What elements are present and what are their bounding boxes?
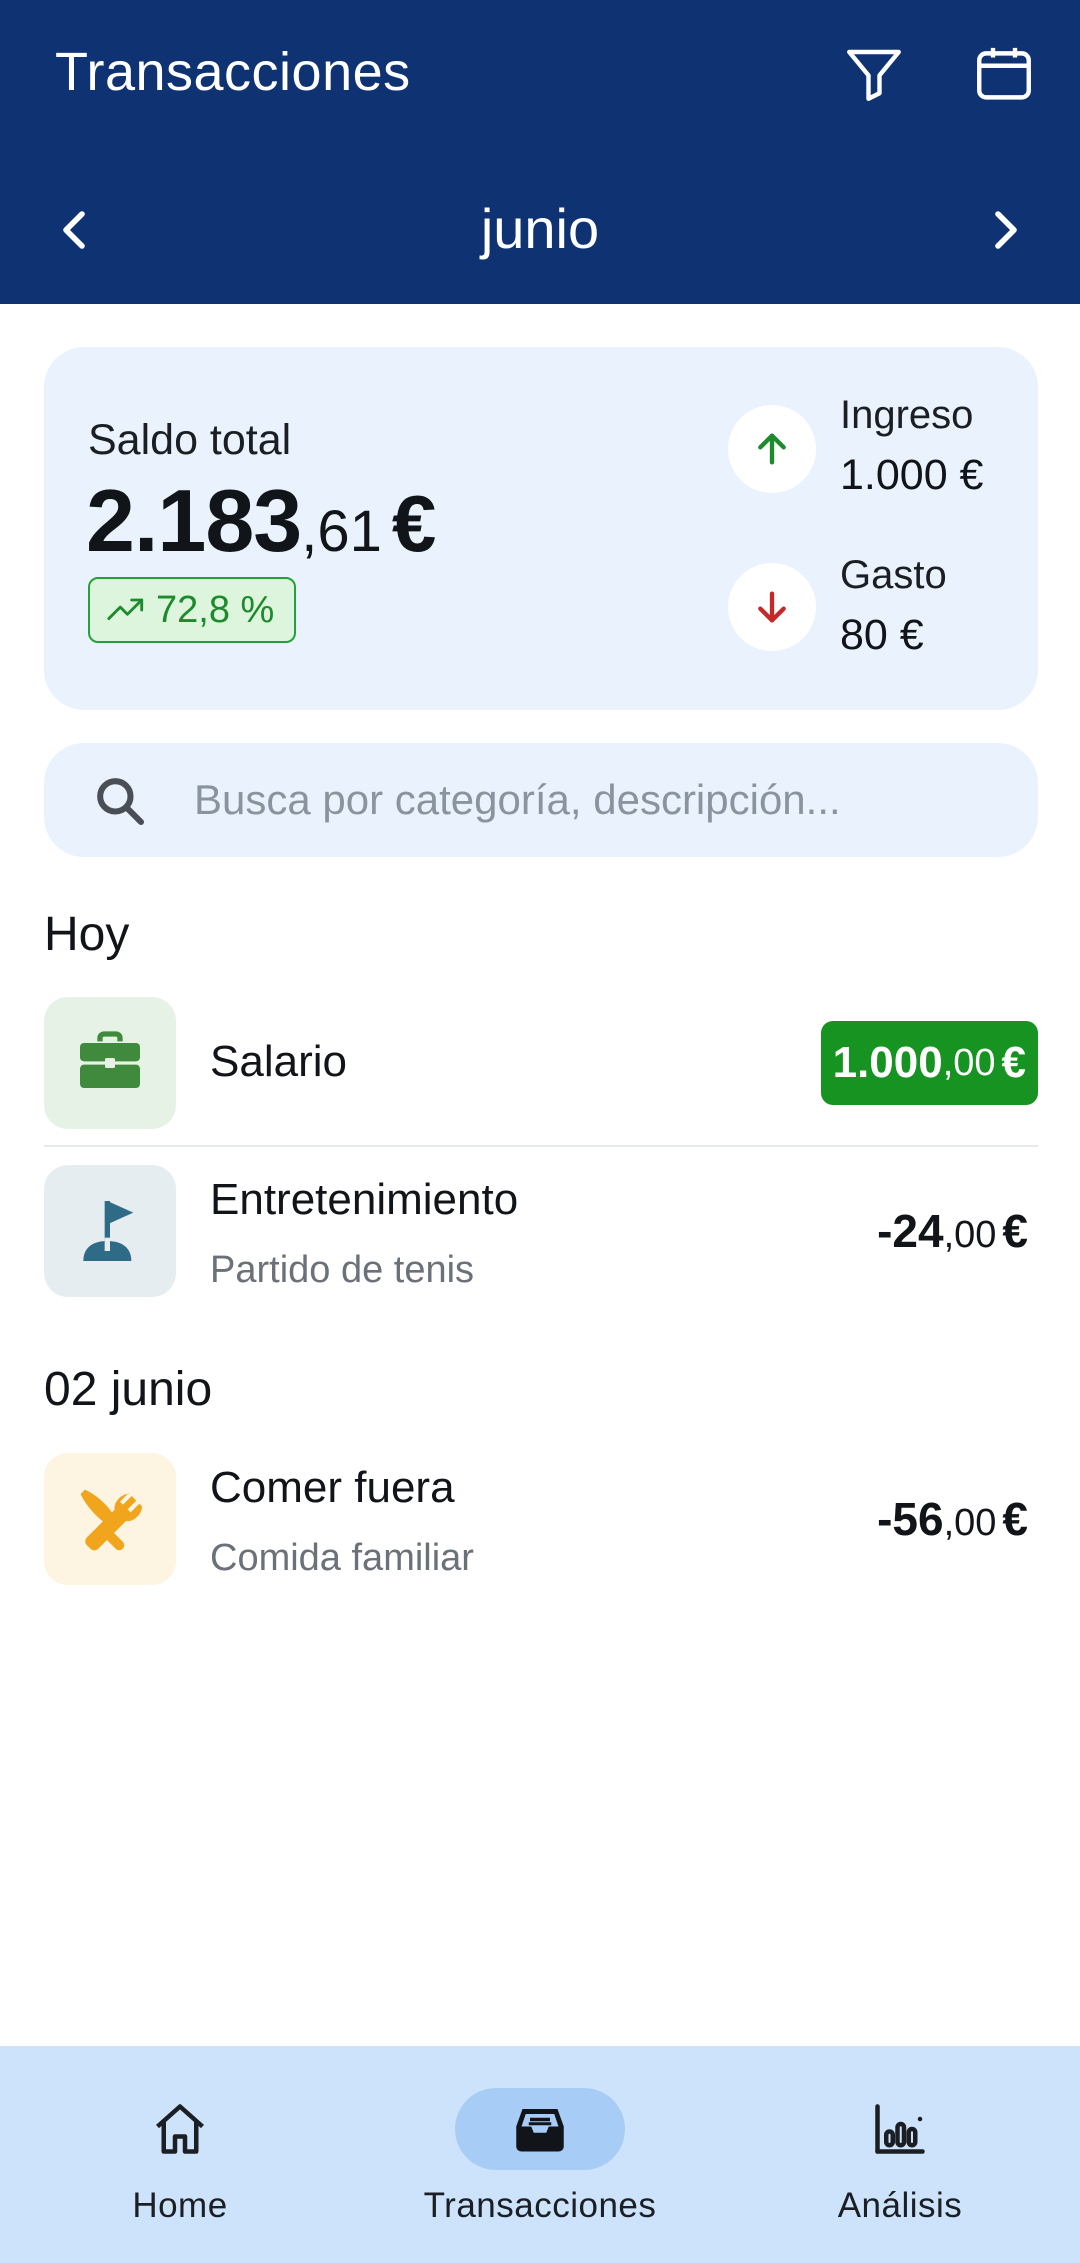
income-indicator <box>728 405 816 493</box>
transaction-category: Comer fuera <box>210 1463 455 1512</box>
category-icon-box <box>44 1165 176 1297</box>
expense-indicator <box>728 563 816 651</box>
nav-label: Home <box>132 2186 228 2225</box>
briefcase-icon <box>80 1031 140 1088</box>
calendar-icon <box>977 47 1031 100</box>
next-month-button[interactable] <box>964 190 1044 270</box>
amount-currency: € <box>1001 1038 1026 1087</box>
search-bar[interactable] <box>44 743 1038 857</box>
amount-currency: € <box>1002 1493 1028 1545</box>
amount-integer: 1.000 <box>832 1038 943 1087</box>
transaction-category: Entretenimiento <box>210 1175 519 1224</box>
month-label: junio <box>480 197 600 260</box>
transaction-amount: -24,00 € <box>877 1201 1028 1273</box>
balance-currency: € <box>391 479 437 568</box>
balance-label: Saldo total <box>88 416 292 464</box>
nav-item-transactions[interactable]: Transacciones <box>390 2088 690 2238</box>
chevron-right-icon <box>995 211 1017 249</box>
expense-label: Gasto <box>840 553 947 597</box>
date-group-title: 02 junio <box>44 1363 213 1416</box>
amount-integer: -24 <box>877 1205 944 1257</box>
nav-label: Transacciones <box>423 2186 657 2225</box>
filter-icon <box>847 49 901 101</box>
income-amount-badge: 1.000,00 € <box>820 1021 1038 1105</box>
arrow-up-icon <box>758 433 786 465</box>
home-icon <box>156 2104 204 2154</box>
trending-up-icon <box>107 598 144 620</box>
row-divider <box>44 1145 1038 1147</box>
trend-value: 72,8 % <box>156 588 275 631</box>
income-value: 1.000 € <box>840 451 984 499</box>
page-title: Transacciones <box>55 42 411 102</box>
amount-decimals: ,00 <box>943 1502 997 1544</box>
transaction-category: Salario <box>210 1037 347 1086</box>
category-icon-box <box>44 1453 176 1585</box>
arrow-down-icon <box>758 591 786 623</box>
transaction-row[interactable]: Entretenimiento Partido de tenis -24,00 € <box>44 1165 1038 1297</box>
month-navigator: junio <box>0 190 1080 270</box>
transaction-row[interactable]: Salario 1.000,00 € <box>44 997 1038 1129</box>
app-header: Transacciones junio <box>0 0 1080 304</box>
transaction-description: Comida familiar <box>210 1537 474 1579</box>
balance-integer: 2.183 <box>86 471 302 570</box>
trend-badge: 72,8 % <box>88 577 297 643</box>
search-icon <box>97 778 145 826</box>
amount-decimals: ,00 <box>942 1041 996 1084</box>
amount-decimals: ,00 <box>943 1214 997 1256</box>
inbox-icon <box>516 2109 564 2152</box>
golf-flag-icon <box>83 1201 134 1261</box>
bar-chart-icon <box>875 2104 925 2154</box>
search-input[interactable] <box>194 765 994 835</box>
nav-item-home[interactable]: Home <box>30 2088 330 2238</box>
date-group-title: Hoy <box>44 908 130 961</box>
amount-currency: € <box>1002 1205 1028 1257</box>
transaction-amount: -56,00 € <box>877 1489 1028 1561</box>
bottom-navigation: Home Transacciones Análisis <box>0 2046 1080 2263</box>
nav-item-analysis[interactable]: Análisis <box>750 2088 1050 2238</box>
balance-decimals: ,61 <box>301 499 382 564</box>
income-label: Ingreso <box>840 393 974 437</box>
nav-label: Análisis <box>837 2186 963 2225</box>
expense-value: 80 € <box>840 611 924 659</box>
transaction-row[interactable]: Comer fuera Comida familiar -56,00 € <box>44 1453 1038 1585</box>
utensils-icon <box>80 1488 142 1551</box>
filter-button[interactable] <box>838 38 910 110</box>
amount-integer: -56 <box>877 1493 944 1545</box>
category-icon-box <box>44 997 176 1129</box>
transaction-description: Partido de tenis <box>210 1249 475 1291</box>
calendar-button[interactable] <box>968 38 1040 110</box>
balance-summary-card: Saldo total 2.183,61 € 72,8 % Ingreso 1.0… <box>44 347 1038 710</box>
